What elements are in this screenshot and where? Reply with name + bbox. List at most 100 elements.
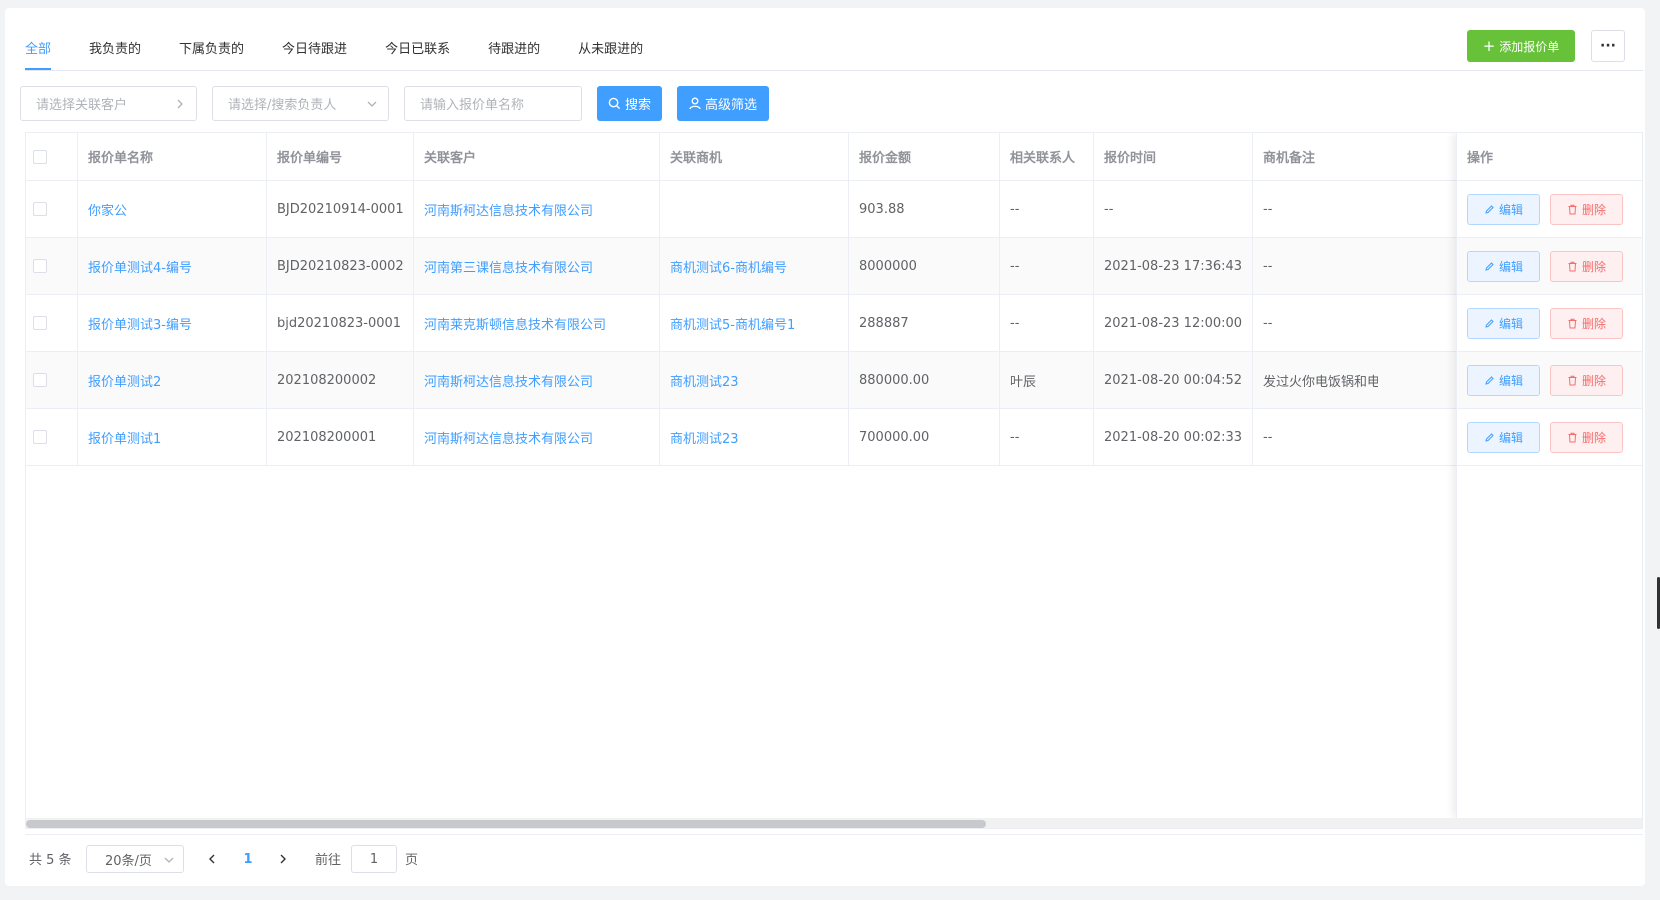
filter-tabs: 全部 我负责的 下属负责的 今日待跟进 今日已联系 待跟进的 从未跟进的	[25, 36, 681, 70]
opportunity-link[interactable]: 商机测试6-商机编号	[660, 238, 849, 294]
trash-icon	[1568, 261, 1577, 271]
customer-link[interactable]: 河南莱克斯顿信息技术有限公司	[414, 295, 660, 351]
more-button[interactable]: ···	[1591, 30, 1625, 62]
plus-icon: +	[1482, 36, 1496, 55]
customer-link[interactable]: 河南斯柯达信息技术有限公司	[414, 409, 660, 465]
tab-today-follow[interactable]: 今日待跟进	[282, 36, 347, 70]
contact: --	[1000, 238, 1094, 294]
row-checkbox[interactable]	[33, 430, 47, 444]
quote-name[interactable]: 报价单测试2	[78, 352, 267, 408]
edit-icon	[1485, 432, 1494, 442]
opportunity-link[interactable]: 商机测试23	[660, 409, 849, 465]
opportunity-link[interactable]: 商机测试23	[660, 352, 849, 408]
chevron-right-icon	[280, 854, 286, 864]
header-opportunity: 关联商机	[660, 133, 849, 180]
quote-name[interactable]: 报价单测试3-编号	[78, 295, 267, 351]
remark: --	[1263, 429, 1273, 445]
table-row: 你家公 BJD20210914-0001 河南斯柯达信息技术有限公司 903.8…	[26, 181, 1642, 238]
header-checkbox-cell	[26, 133, 78, 180]
tab-today-contacted[interactable]: 今日已联系	[385, 36, 450, 70]
delete-label: 删除	[1581, 430, 1606, 445]
prev-page-button[interactable]	[200, 845, 224, 873]
edit-button[interactable]: 编辑	[1467, 307, 1540, 339]
page-number[interactable]: 1	[236, 845, 260, 873]
row-checkbox-cell	[26, 352, 78, 408]
delete-button[interactable]: 删除	[1550, 364, 1623, 396]
tab-never-followed[interactable]: 从未跟进的	[578, 36, 643, 70]
more-icon: ···	[1600, 38, 1616, 54]
edit-label: 编辑	[1498, 316, 1523, 331]
quote-time: 2021-08-23 17:36:43	[1094, 238, 1253, 294]
header-operations: 操作	[1457, 133, 1642, 181]
main-panel: 全部 我负责的 下属负责的 今日待跟进 今日已联系 待跟进的 从未跟进的 + 添…	[5, 8, 1645, 886]
table-row: 报价单测试3-编号 bjd20210823-0001 河南莱克斯顿信息技术有限公…	[26, 295, 1642, 352]
quote-time: --	[1094, 181, 1253, 237]
chevron-down-icon	[367, 101, 377, 107]
row-checkbox[interactable]	[33, 373, 47, 387]
opportunity-link[interactable]	[660, 181, 849, 237]
advanced-filter-button[interactable]: 高级筛选	[677, 86, 769, 121]
tab-subordinates[interactable]: 下属负责的	[179, 36, 244, 70]
scrollbar-thumb[interactable]	[26, 820, 986, 828]
delete-label: 删除	[1581, 259, 1606, 274]
owner-select[interactable]: 请选择/搜索负责人	[212, 86, 389, 121]
operations-cell: 编辑 删除	[1457, 352, 1642, 409]
delete-button[interactable]: 删除	[1550, 193, 1623, 225]
delete-button[interactable]: 删除	[1550, 421, 1623, 453]
quote-name[interactable]: 报价单测试1	[78, 409, 267, 465]
table-row: 报价单测试2 202108200002 河南斯柯达信息技术有限公司 商机测试23…	[26, 352, 1642, 409]
add-quote-button[interactable]: + 添加报价单	[1467, 30, 1575, 62]
edit-label: 编辑	[1498, 430, 1523, 445]
remark: 发过火你电饭锅和电	[1263, 374, 1378, 390]
quote-code: bjd20210823-0001	[267, 295, 414, 351]
user-icon	[689, 97, 701, 110]
row-checkbox-cell	[26, 295, 78, 351]
tab-all[interactable]: 全部	[25, 36, 52, 70]
edit-button[interactable]: 编辑	[1467, 364, 1540, 396]
header-code: 报价单编号	[267, 133, 414, 180]
header-customer: 关联客户	[414, 133, 660, 180]
quote-amount: 288887	[849, 295, 1000, 351]
quote-time: 2021-08-20 00:02:33	[1094, 409, 1253, 465]
customer-link[interactable]: 河南斯柯达信息技术有限公司	[414, 181, 660, 237]
quote-time: 2021-08-20 00:04:52	[1094, 352, 1253, 408]
row-checkbox-cell	[26, 181, 78, 237]
chevron-left-icon	[209, 854, 215, 864]
goto-page-input[interactable]	[351, 845, 397, 873]
quote-amount: 880000.00	[849, 352, 1000, 408]
row-checkbox-cell	[26, 409, 78, 465]
search-button[interactable]: 搜索	[597, 86, 662, 121]
row-checkbox[interactable]	[33, 316, 47, 330]
edit-button[interactable]: 编辑	[1467, 193, 1540, 225]
quote-name[interactable]: 你家公	[78, 181, 267, 237]
delete-button[interactable]: 删除	[1550, 250, 1623, 282]
edit-icon	[1485, 261, 1494, 271]
quote-code: BJD20210823-0002	[267, 238, 414, 294]
opportunity-link[interactable]: 商机测试5-商机编号1	[660, 295, 849, 351]
customer-link[interactable]: 河南第三课信息技术有限公司	[414, 238, 660, 294]
page-size-select[interactable]: 20条/页	[86, 845, 184, 873]
customer-select[interactable]: 请选择关联客户	[20, 86, 197, 121]
quote-name-input[interactable]: 请输入报价单名称	[404, 86, 582, 121]
customer-link[interactable]: 河南斯柯达信息技术有限公司	[414, 352, 660, 408]
quote-table: 报价单名称 报价单编号 关联客户 关联商机 报价金额 相关联系人 报价时间 商机…	[25, 132, 1643, 829]
header-contact: 相关联系人	[1000, 133, 1094, 180]
trash-icon	[1568, 375, 1577, 385]
row-checkbox[interactable]	[33, 202, 47, 216]
row-checkbox-cell	[26, 238, 78, 294]
tab-mine[interactable]: 我负责的	[89, 36, 141, 70]
trash-icon	[1568, 432, 1577, 442]
horizontal-scrollbar[interactable]	[26, 818, 1642, 828]
page-size-value: 20条/页	[105, 853, 152, 869]
quote-name[interactable]: 报价单测试4-编号	[78, 238, 267, 294]
edit-button[interactable]: 编辑	[1467, 421, 1540, 453]
contact: --	[1000, 295, 1094, 351]
row-checkbox[interactable]	[33, 259, 47, 273]
next-page-button[interactable]	[271, 845, 295, 873]
select-all-checkbox[interactable]	[33, 149, 47, 164]
tab-pending[interactable]: 待跟进的	[488, 36, 540, 70]
contact: --	[1000, 409, 1094, 465]
quote-code: 202108200001	[267, 409, 414, 465]
delete-button[interactable]: 删除	[1550, 307, 1623, 339]
edit-button[interactable]: 编辑	[1467, 250, 1540, 282]
